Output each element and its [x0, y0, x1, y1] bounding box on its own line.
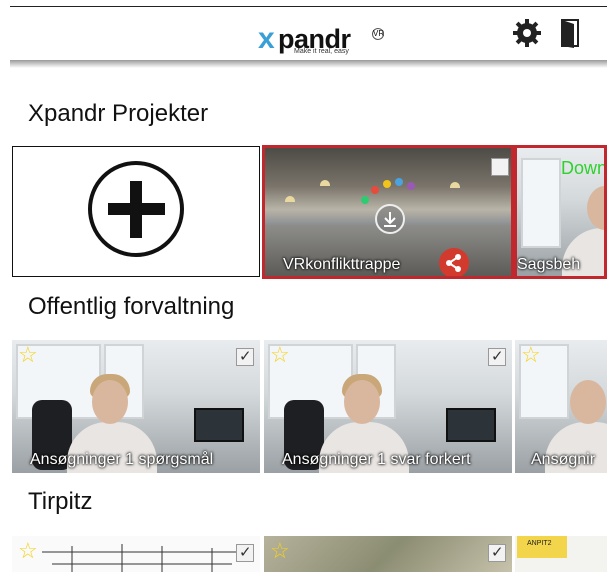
star-icon[interactable]: ☆ [18, 540, 38, 562]
tile-title: Ansøgninger 1 svar forkert [282, 451, 471, 468]
floor-plan-drawing [42, 544, 242, 572]
download-status-text: Down [561, 158, 607, 178]
star-icon[interactable]: ☆ [270, 344, 290, 366]
color-dot [361, 196, 369, 204]
sticky-note: ANPIT2 [517, 536, 567, 558]
person [344, 380, 380, 424]
gear-icon[interactable] [512, 18, 542, 48]
plus-icon [88, 161, 184, 257]
xpandr-logo: x pandr VR Make it real, easy [258, 21, 388, 61]
pano-lamp [285, 196, 295, 202]
project-tile-tirpitz-3[interactable]: ANPIT2 [515, 536, 607, 572]
project-tile-tirpitz-2[interactable]: ☆ [264, 536, 512, 572]
section-title-tirpitz: Tirpitz [28, 488, 93, 515]
pano-lamp [320, 180, 330, 186]
color-dot [407, 182, 415, 190]
add-project-button[interactable] [12, 146, 260, 277]
star-icon[interactable]: ☆ [18, 344, 38, 366]
select-checkbox[interactable] [236, 543, 254, 562]
section-title-projects: Xpandr Projekter [28, 100, 209, 127]
project-tile-sagsbeh[interactable]: Down Sagsbeh [514, 145, 607, 279]
header-shadow [10, 60, 607, 68]
star-icon[interactable]: ☆ [521, 344, 541, 366]
select-checkbox[interactable] [488, 347, 506, 366]
project-tile-ansogninger-2[interactable]: ☆ Ansøgninger 1 svar forkert [264, 340, 512, 473]
section-title-offentlig: Offentlig forvaltning [28, 293, 235, 320]
tile-title: VRkonflikttrappe [283, 256, 401, 273]
project-tile-tirpitz-1[interactable]: ☆ [12, 536, 260, 572]
color-dot [383, 180, 391, 188]
select-checkbox[interactable] [488, 543, 506, 562]
tile-title: Ansøgnir [531, 451, 596, 468]
select-checkbox[interactable] [236, 347, 254, 366]
logo-vr-badge: VR [372, 28, 385, 40]
select-checkbox[interactable] [491, 158, 509, 176]
monitor [194, 408, 244, 442]
project-tile-ansogninger-3[interactable]: ☆ Ansøgnir [515, 340, 607, 473]
star-icon[interactable]: ☆ [270, 540, 290, 562]
project-tile-vrkonflikttrappe[interactable]: VRkonflikttrappe [262, 145, 514, 279]
window [521, 158, 561, 248]
pano-lamp [450, 182, 460, 188]
logo-tagline: Make it real, easy [294, 48, 349, 55]
monitor [446, 408, 496, 442]
tile-title: Ansøgninger 1 spørgsmål [30, 451, 214, 468]
project-tile-ansogninger-1[interactable]: ☆ Ansøgninger 1 spørgsmål [12, 340, 260, 473]
color-dot [395, 178, 403, 186]
color-dot [371, 186, 379, 194]
download-icon[interactable] [375, 204, 405, 234]
person [587, 186, 604, 230]
person [92, 380, 128, 424]
door-exit-icon[interactable] [556, 18, 586, 48]
sticky-note-text: ANPIT2 [527, 540, 552, 547]
person [570, 380, 606, 424]
logo-x-mark: x [258, 22, 275, 55]
tile-title: Sagsbeh [517, 256, 581, 273]
